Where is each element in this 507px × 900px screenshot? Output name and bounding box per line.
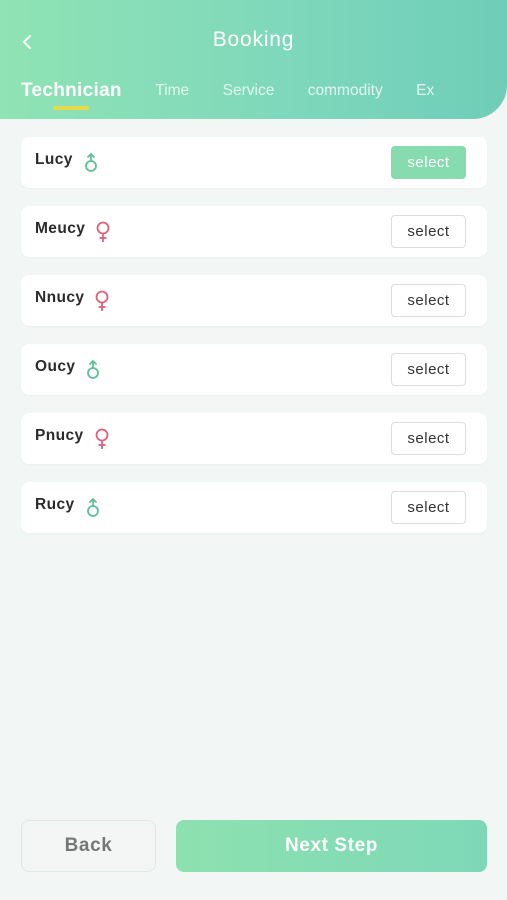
male-icon bbox=[84, 497, 102, 519]
male-icon bbox=[82, 152, 100, 174]
tab-label: Technician bbox=[21, 80, 122, 101]
select-button[interactable]: select bbox=[391, 491, 466, 524]
tab-service[interactable]: Service bbox=[223, 82, 275, 100]
technician-name: Oucy bbox=[35, 358, 76, 375]
select-button[interactable]: select bbox=[391, 353, 466, 386]
select-button[interactable]: select bbox=[391, 284, 466, 317]
back-button[interactable]: Back bbox=[21, 820, 156, 872]
technician-card: Rucy select bbox=[21, 482, 487, 533]
technician-card: Oucy select bbox=[21, 344, 487, 395]
technician-name: Pnucy bbox=[35, 427, 84, 444]
tab-extra[interactable]: Ex bbox=[416, 82, 434, 100]
technician-card: Meucy select bbox=[21, 206, 487, 257]
page-title: Booking bbox=[212, 28, 295, 51]
tab-commodity[interactable]: commodity bbox=[308, 82, 383, 100]
select-button[interactable]: select bbox=[391, 422, 466, 455]
technician-name: Nnucy bbox=[35, 289, 85, 306]
technician-card: Lucy select bbox=[21, 137, 487, 188]
active-tab-indicator bbox=[53, 106, 89, 110]
select-button[interactable]: select bbox=[391, 215, 466, 248]
technician-card: Nnucy select bbox=[21, 275, 487, 326]
header-bar: Booking Technician Time Service commodit… bbox=[0, 0, 507, 119]
technician-name: Lucy bbox=[35, 151, 73, 168]
female-icon bbox=[94, 221, 112, 243]
tab-bar: Technician Time Service commodity Ex bbox=[21, 80, 507, 112]
technician-name: Meucy bbox=[35, 220, 86, 237]
technician-card: Pnucy select bbox=[21, 413, 487, 464]
female-icon bbox=[93, 428, 111, 450]
tab-time[interactable]: Time bbox=[155, 82, 189, 100]
female-icon bbox=[93, 290, 111, 312]
male-icon bbox=[84, 359, 102, 381]
tab-technician[interactable]: Technician bbox=[21, 80, 122, 110]
technician-list: Lucy select Meucy select Nnucy select Oucy sele… bbox=[21, 137, 487, 551]
select-button[interactable]: select bbox=[391, 146, 466, 179]
technician-name: Rucy bbox=[35, 496, 75, 513]
next-step-button[interactable]: Next Step bbox=[176, 820, 487, 872]
